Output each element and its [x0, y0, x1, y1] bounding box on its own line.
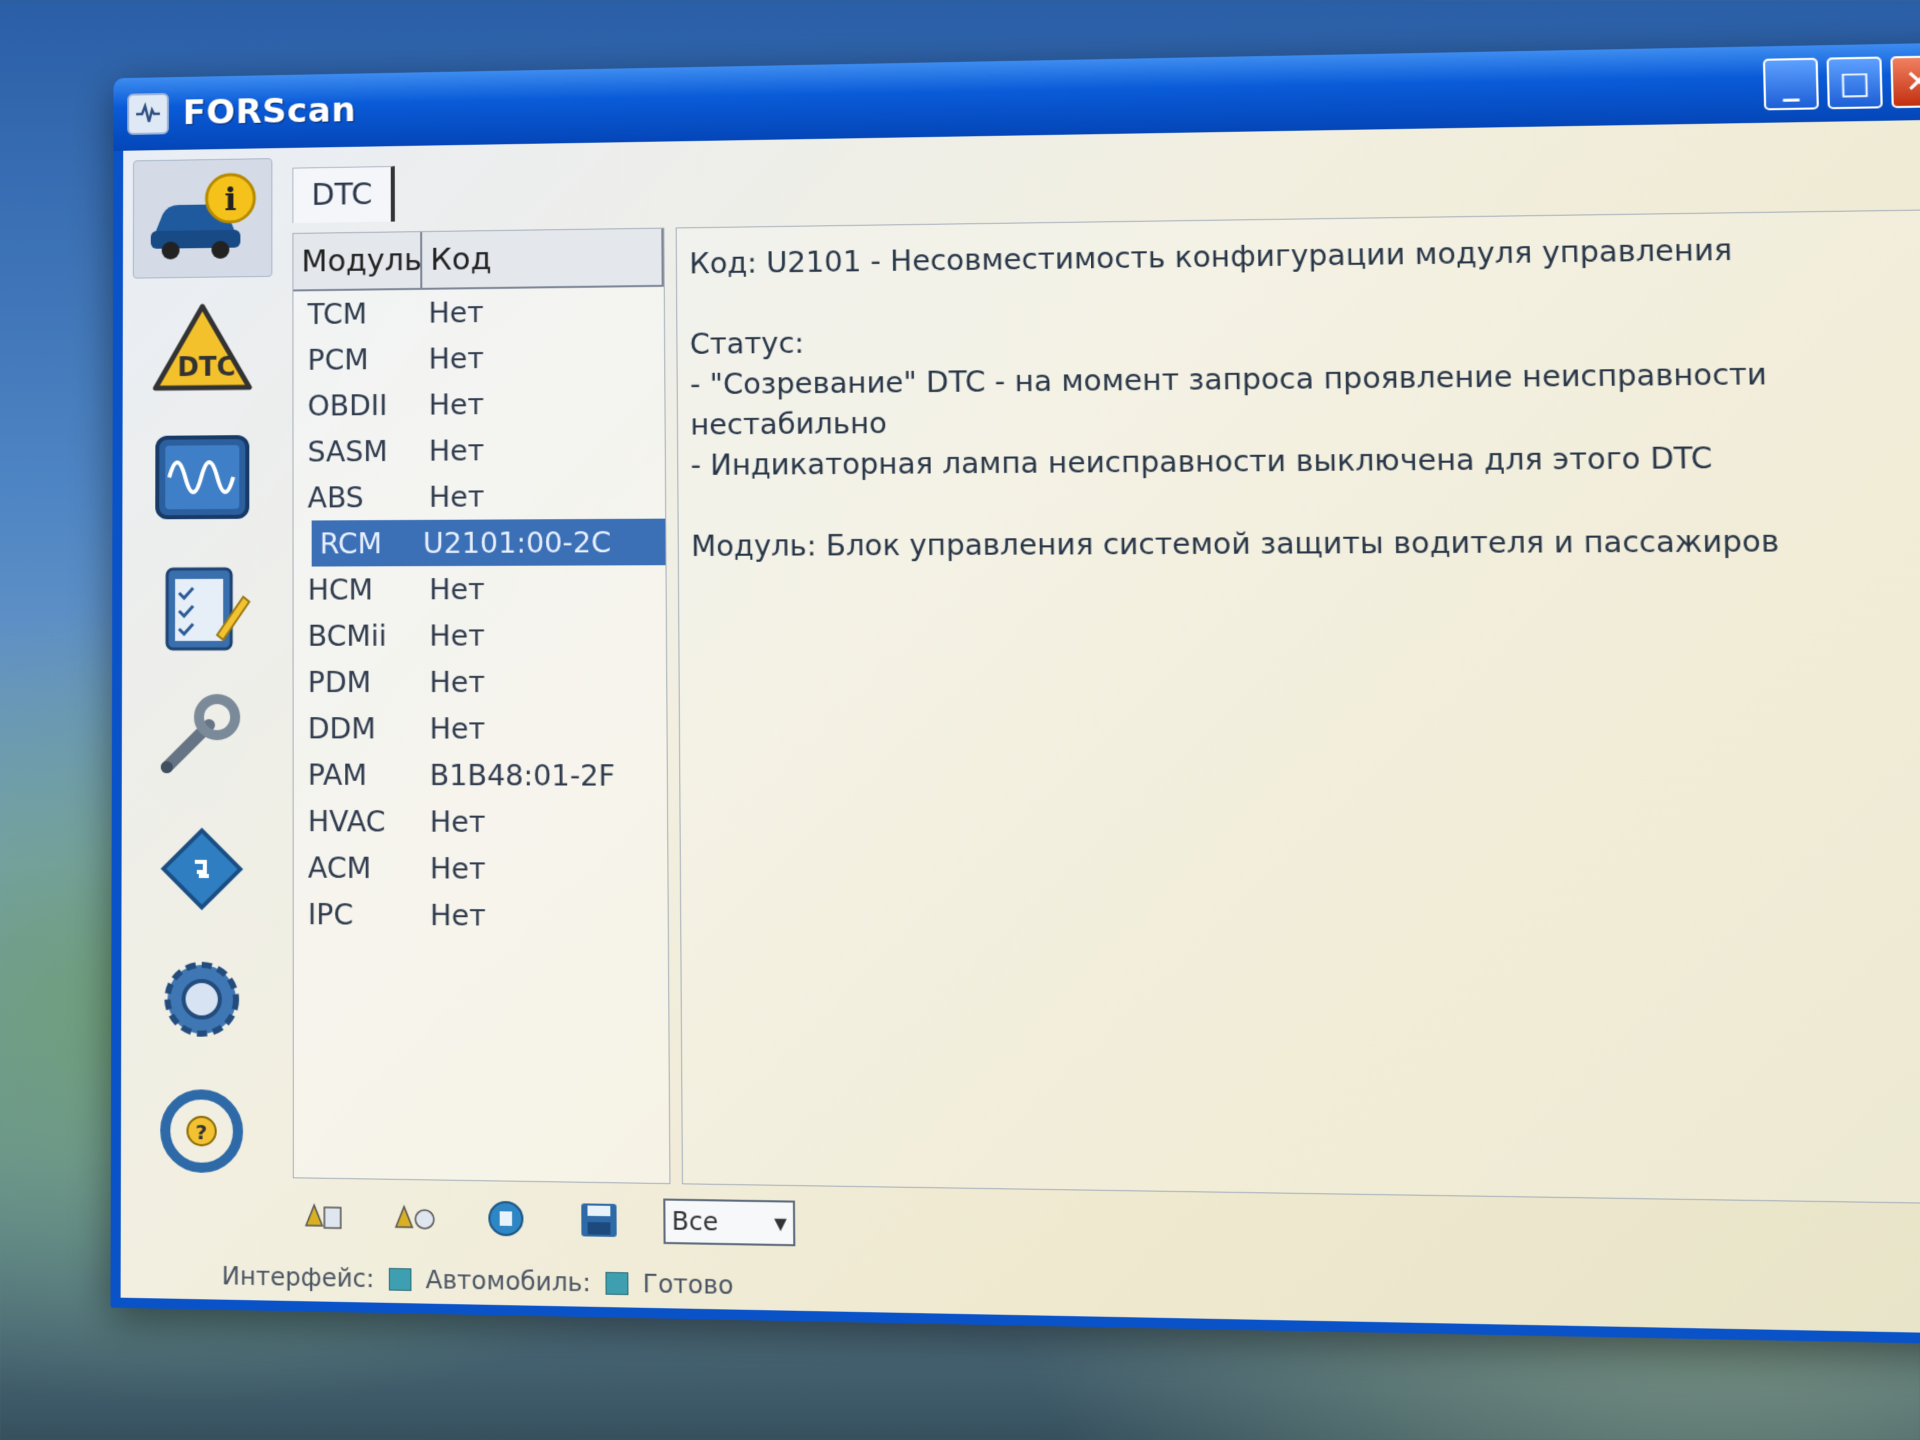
- column-header-code[interactable]: Код: [422, 228, 664, 288]
- service-button[interactable]: [132, 678, 273, 797]
- dtc-details-panel: Код: U2101 - Несовместимость конфигураци…: [675, 209, 1920, 1205]
- dtc-module-table[interactable]: Модуль Код TCM Нет PCM Нет OBDII Нет SASM Не…: [292, 227, 671, 1185]
- code-cell: Нет: [429, 711, 486, 746]
- code-cell: Нет: [429, 804, 486, 839]
- module-cell: BCMii: [307, 619, 387, 653]
- window-title: FORScan: [182, 90, 357, 134]
- code-cell: Нет: [429, 851, 486, 886]
- maximize-button[interactable]: □: [1826, 56, 1883, 110]
- table-row[interactable]: ABS Нет: [294, 472, 666, 520]
- code-cell: Нет: [428, 479, 485, 514]
- module-cell: PAM: [307, 757, 368, 792]
- module-cell: RCM: [319, 526, 383, 560]
- code-cell: Нет: [428, 341, 484, 376]
- code-cell: Нет: [429, 898, 486, 933]
- app-icon: [127, 92, 169, 135]
- column-header-module[interactable]: Модуль: [293, 232, 423, 290]
- code-cell: Нет: [428, 295, 484, 330]
- settings-button[interactable]: [131, 939, 272, 1060]
- tab-dtc[interactable]: DTC: [292, 165, 395, 224]
- module-cell: ACM: [307, 850, 372, 885]
- table-row[interactable]: HCM Нет: [294, 565, 666, 613]
- gear-icon: [146, 948, 257, 1050]
- module-cell: HVAC: [307, 804, 386, 839]
- checklist-icon: [147, 557, 257, 657]
- svg-text:?: ?: [196, 1121, 208, 1145]
- vehicle-status-label: Автомобиль:: [425, 1265, 591, 1298]
- code-cell: U2101:00-2C: [422, 525, 612, 560]
- table-row-selected[interactable]: RCM U2101:00-2C: [311, 518, 666, 567]
- help-steering-wheel-icon: ?: [146, 1080, 257, 1183]
- left-toolbar: i DTC ?: [131, 158, 273, 1229]
- dtc-history-icon: [388, 1196, 439, 1238]
- close-button[interactable]: ✕: [1890, 55, 1920, 109]
- module-config-button[interactable]: [131, 808, 272, 928]
- table-row[interactable]: PDM Нет: [294, 659, 667, 706]
- table-row[interactable]: ACM Нет: [294, 844, 668, 893]
- save-button[interactable]: [570, 1196, 628, 1244]
- clear-dtc-button[interactable]: [477, 1194, 535, 1242]
- client-area: i DTC ? DTC Модуль Код TCM Нет PCM Нет O…: [120, 119, 1920, 1334]
- table-row[interactable]: PAM B1B48:01-2F: [294, 751, 667, 799]
- tab-bar: DTC: [292, 165, 395, 224]
- table-row[interactable]: OBDII Нет: [293, 379, 664, 428]
- chevron-down-icon: ▾: [774, 1208, 787, 1238]
- table-row[interactable]: TCM Нет: [293, 287, 664, 337]
- code-cell: Нет: [429, 618, 485, 653]
- interface-status-indicator: [388, 1267, 412, 1291]
- code-cell: Нет: [428, 433, 485, 468]
- module-cell: ABS: [307, 480, 364, 515]
- chip-icon: [147, 817, 258, 918]
- table-row[interactable]: HVAC Нет: [294, 798, 668, 846]
- module-description: Модуль: Блок управления системой защиты …: [691, 524, 1780, 564]
- module-cell: IPC: [307, 897, 354, 932]
- status-line-1: - "Созревание" DTC - на момент запроса п…: [689, 357, 1768, 442]
- dtc-filter-select[interactable]: Все ▾: [663, 1198, 796, 1247]
- table-row[interactable]: PCM Нет: [293, 333, 664, 383]
- module-cell: TCM: [307, 296, 368, 331]
- interface-status-label: Интерфейс:: [221, 1261, 375, 1294]
- code-cell: B1B48:01-2F: [429, 758, 616, 793]
- module-cell: DDM: [307, 711, 376, 746]
- wrench-icon: [147, 687, 258, 788]
- dtc-filter-value: Все: [671, 1206, 719, 1237]
- checklist-button[interactable]: [132, 548, 272, 666]
- oscilloscope-icon: [155, 435, 250, 520]
- dtc-button[interactable]: DTC: [133, 289, 273, 408]
- code-cell: Нет: [429, 665, 486, 699]
- dtc-icon: DTC: [147, 298, 257, 398]
- save-icon: [581, 1203, 617, 1237]
- table-row[interactable]: SASM Нет: [293, 426, 664, 475]
- svg-text:i: i: [224, 181, 236, 218]
- oscilloscope-button[interactable]: [132, 418, 272, 536]
- module-cell: PDM: [307, 665, 372, 699]
- dtc-history-button[interactable]: [385, 1193, 443, 1241]
- vehicle-info-icon: i: [150, 173, 257, 260]
- forscan-window: FORScan _ □ ✕ i DTC ? DTC Модуль Код TCM…: [110, 42, 1920, 1345]
- vehicle-status-indicator: [605, 1271, 629, 1296]
- help-button[interactable]: ?: [131, 1070, 273, 1192]
- minimize-button[interactable]: _: [1762, 57, 1819, 111]
- clear-dtc-icon: [480, 1198, 532, 1240]
- ready-status-text: Готово: [642, 1269, 734, 1301]
- code-cell: Нет: [428, 387, 485, 422]
- module-cell: SASM: [307, 434, 388, 469]
- vehicle-info-button[interactable]: i: [132, 158, 273, 279]
- bottom-toolbar: Все ▾: [293, 1186, 796, 1252]
- module-cell: PCM: [307, 342, 369, 377]
- module-cell: HCM: [307, 572, 374, 607]
- read-dtc-icon: [296, 1195, 347, 1237]
- table-row[interactable]: DDM Нет: [294, 705, 667, 752]
- read-dtc-button[interactable]: [293, 1192, 350, 1240]
- module-cell: OBDII: [307, 388, 388, 423]
- table-header: Модуль Код: [293, 228, 664, 292]
- svg-text:DTC: DTC: [177, 353, 235, 384]
- code-cell: Нет: [429, 572, 485, 606]
- table-row[interactable]: IPC Нет: [294, 891, 668, 941]
- status-bar: Интерфейс: Автомобиль: Готово: [222, 1253, 1920, 1334]
- table-row[interactable]: BCMii Нет: [294, 612, 667, 659]
